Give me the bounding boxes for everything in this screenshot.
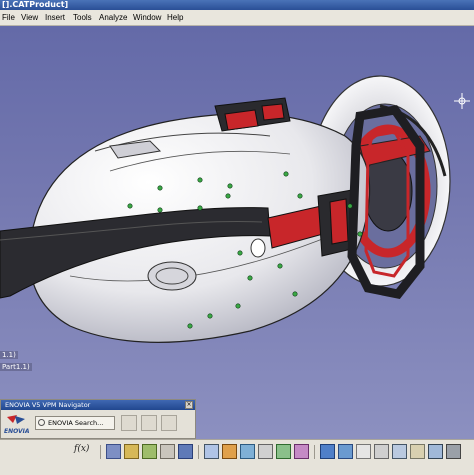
3d-viewport[interactable]: 1.1) Part1.1) ENOVIA V5 VPM Navigator × …: [0, 26, 474, 439]
compass-icon[interactable]: [454, 93, 470, 109]
search-icon: [38, 419, 45, 426]
tree-node[interactable]: Part1.1): [0, 363, 32, 371]
toolbar-button[interactable]: [142, 444, 157, 459]
toolbar-button[interactable]: [240, 444, 255, 459]
window-title: [].CATProduct]: [2, 0, 69, 9]
toolbar-button[interactable]: [356, 444, 371, 459]
enovia-logo-icon: ENOVIA: [3, 413, 31, 435]
toolbar-separator: [198, 445, 199, 459]
toolbar-button[interactable]: [392, 444, 407, 459]
toolbar-button[interactable]: [446, 444, 461, 459]
menu-analyze[interactable]: Analyze: [99, 10, 127, 25]
menu-file[interactable]: File: [2, 10, 15, 25]
enovia-logo-text: ENOVIA: [4, 428, 30, 435]
menu-window[interactable]: Window: [133, 10, 161, 25]
toolbar-separator: [100, 445, 101, 459]
toolbar-button[interactable]: [124, 444, 139, 459]
toolbar-button[interactable]: [178, 444, 193, 459]
3d-model-render: [0, 75, 470, 343]
navigator-tool-button[interactable]: [141, 415, 157, 431]
enovia-search-button[interactable]: ENOVIA Search...: [35, 416, 115, 430]
toolbar-button[interactable]: [338, 444, 353, 459]
toolbar-button[interactable]: [276, 444, 291, 459]
toolbar-button[interactable]: [320, 444, 335, 459]
navigator-tool-button[interactable]: [161, 415, 177, 431]
toolbar-button[interactable]: [410, 444, 425, 459]
toolbar-button[interactable]: [428, 444, 443, 459]
window-title-bar: [].CATProduct]: [0, 0, 474, 10]
bottom-toolbar: f(x): [0, 439, 474, 475]
toolbar-button[interactable]: [258, 444, 273, 459]
close-icon[interactable]: ×: [185, 401, 193, 409]
tree-node[interactable]: 1.1): [0, 351, 18, 359]
toolbar-separator: [314, 445, 315, 459]
menu-bar: File View Insert Tools Analyze Window He…: [0, 10, 474, 26]
enovia-navigator-panel: ENOVIA V5 VPM Navigator × ENOVIA ENOVIA …: [0, 399, 196, 439]
toolbar-button[interactable]: [222, 444, 237, 459]
toolbar-button[interactable]: [160, 444, 175, 459]
toolbar-button[interactable]: [374, 444, 389, 459]
toolbar-button[interactable]: [204, 444, 219, 459]
menu-help[interactable]: Help: [167, 10, 183, 25]
enovia-search-label: ENOVIA Search...: [48, 419, 104, 427]
navigator-title: ENOVIA V5 VPM Navigator: [1, 400, 195, 410]
menu-tools[interactable]: Tools: [73, 10, 92, 25]
menu-view[interactable]: View: [21, 10, 38, 25]
formula-icon[interactable]: f(x): [74, 444, 89, 454]
toolbar-button[interactable]: [106, 444, 121, 459]
menu-insert[interactable]: Insert: [45, 10, 65, 25]
navigator-tool-button[interactable]: [121, 415, 137, 431]
toolbar-button[interactable]: [294, 444, 309, 459]
